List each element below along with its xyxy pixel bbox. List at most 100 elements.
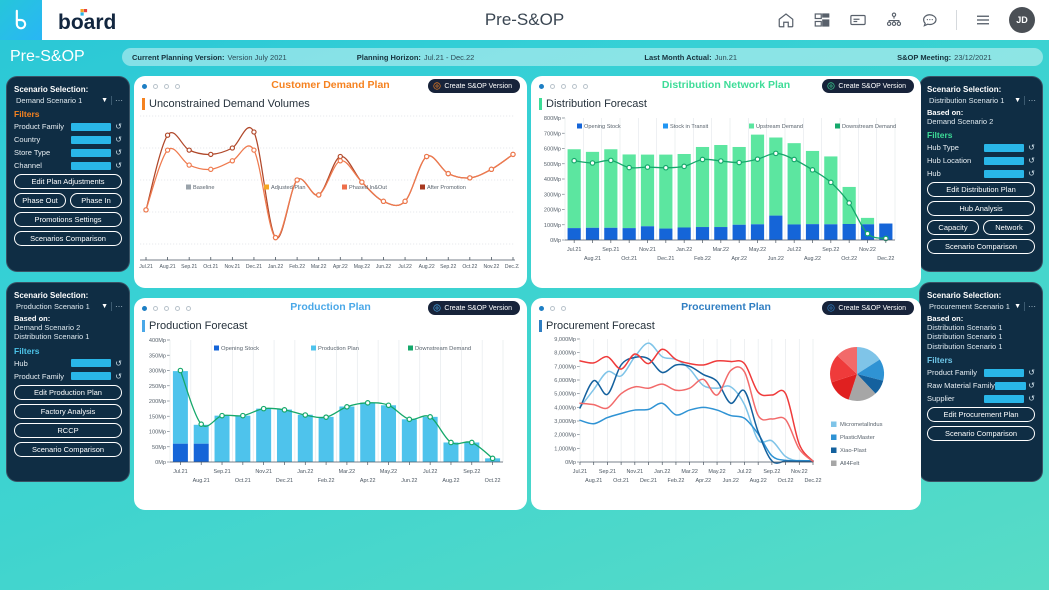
filter-row[interactable]: Raw Material Family ↺	[927, 381, 1035, 390]
filters-heading: Filters	[927, 355, 953, 366]
production-bar-chart[interactable]: 0Mp 50Mp 100Mp 150Mp 200Mp 250Mp 300Mp 350Mp 400…	[138, 334, 519, 502]
org-chart-icon[interactable]	[884, 10, 904, 30]
filter-value-bar[interactable]	[71, 161, 111, 170]
reset-icon[interactable]: ↺	[1024, 394, 1035, 403]
svg-text:150Mp: 150Mp	[149, 414, 166, 420]
scenarios-comparison-button[interactable]: Scenarios Comparison	[14, 231, 122, 246]
filter-value-bar[interactable]	[71, 372, 111, 381]
svg-text:Apr.22: Apr.22	[360, 478, 376, 484]
filter-row[interactable]: Supplier ↺	[927, 394, 1035, 403]
svg-text:May.22: May.22	[749, 247, 766, 253]
procurement-chart-wrapper: 0Mp 1,000Mp 2,000Mp 3,000Mp 4,000Mp 5,000Mp 6,…	[531, 334, 921, 502]
chevron-down-icon[interactable]: ▼	[1014, 97, 1021, 104]
filter-value-bar[interactable]	[71, 359, 111, 368]
svg-text:Oct.21: Oct.21	[235, 478, 251, 484]
svg-text:Aug.21: Aug.21	[193, 478, 210, 484]
create-sop-version-button[interactable]: Create S&OP Version	[822, 79, 914, 93]
procurement-line-chart[interactable]: 0Mp 1,000Mp 2,000Mp 3,000Mp 4,000Mp 5,000Mp 6,…	[535, 334, 913, 502]
factory-analysis-button[interactable]: Factory Analysis	[14, 403, 122, 419]
filter-row[interactable]: Hub Location ↺	[927, 156, 1035, 165]
based-on-item: Demand Scenario 2	[927, 117, 994, 126]
edit-distribution-plan-button[interactable]: Edit Distribution Plan	[927, 182, 1035, 198]
chevron-down-icon[interactable]: ▼	[101, 303, 108, 310]
filter-row[interactable]: Hub Type ↺	[927, 143, 1035, 152]
reset-icon[interactable]: ↺	[1024, 156, 1035, 165]
reset-icon[interactable]: ↺	[1024, 368, 1035, 377]
chevron-down-icon[interactable]: ▼	[101, 97, 108, 104]
reset-icon[interactable]: ↺	[1024, 143, 1035, 152]
reset-icon[interactable]: ↺	[111, 148, 122, 157]
filter-value-bar[interactable]	[984, 169, 1024, 178]
reset-icon[interactable]: ↺	[1024, 169, 1035, 178]
filter-label: Hub Location	[927, 156, 972, 166]
svg-text:Opening Stock: Opening Stock	[221, 346, 259, 352]
create-sop-version-button[interactable]: Create S&OP Version	[428, 79, 520, 93]
reset-icon[interactable]: ↺	[111, 135, 122, 144]
svg-text:After Promotion: After Promotion	[427, 185, 466, 191]
svg-text:0Mp: 0Mp	[155, 460, 166, 466]
scenario-comparison-button[interactable]: Scenario Comparison	[927, 426, 1035, 442]
svg-text:Aug.21: Aug.21	[160, 264, 176, 270]
svg-text:Mar.22: Mar.22	[311, 264, 327, 270]
promotions-settings-button[interactable]: Promotions Settings	[14, 212, 122, 227]
filter-row[interactable]: Product Family ↺	[14, 372, 122, 381]
scenario-select[interactable]: Distribution Scenario 1 ▼ ⋯	[926, 96, 1036, 105]
card-icon[interactable]	[848, 10, 868, 30]
svg-text:Dec.21: Dec.21	[640, 478, 657, 484]
filter-label: Product Family	[14, 122, 65, 131]
svg-text:All4Felt: All4Felt	[840, 461, 860, 467]
create-sop-version-button[interactable]: Create S&OP Version	[428, 301, 520, 315]
edit-plan-adjustments-button[interactable]: Edit Plan Adjustments	[14, 174, 122, 189]
dashboard-icon[interactable]	[812, 10, 832, 30]
reset-icon[interactable]: ↺	[111, 359, 122, 368]
filter-row[interactable]: Hub ↺	[14, 359, 122, 368]
more-options-icon[interactable]: ⋯	[1024, 302, 1036, 311]
scenario-select[interactable]: Demand Scenario 1 ▼ ⋯	[13, 96, 123, 105]
filter-value-bar[interactable]	[994, 381, 1027, 390]
filter-value-bar[interactable]	[984, 368, 1024, 377]
create-sop-version-button[interactable]: Create S&OP Version	[822, 301, 914, 315]
reset-icon[interactable]: ↺	[111, 122, 122, 131]
capacity-button[interactable]: Capacity	[927, 220, 979, 236]
reset-icon[interactable]: ↺	[111, 372, 122, 381]
network-button[interactable]: Network	[983, 220, 1035, 236]
home-icon[interactable]	[776, 10, 796, 30]
svg-text:500Mp: 500Mp	[544, 162, 561, 168]
scenario-comparison-button[interactable]: Scenario Comparison	[927, 239, 1035, 255]
demand-line-chart[interactable]: Baseline Adjusted Plan Phased In&Out After …	[138, 112, 519, 280]
more-options-icon[interactable]: ⋯	[111, 302, 123, 311]
svg-text:0Mp: 0Mp	[550, 238, 561, 244]
scenario-comparison-button[interactable]: Scenario Comparison	[14, 441, 122, 457]
distribution-chart-wrapper: 0Mp 100Mp 200Mp 300Mp 400Mp 500Mp 600Mp 700Mp 80…	[531, 112, 921, 280]
more-options-icon[interactable]: ⋯	[111, 96, 123, 105]
filter-value-bar[interactable]	[71, 122, 111, 131]
filter-value-bar[interactable]	[984, 394, 1024, 403]
distribution-bar-chart[interactable]: 0Mp 100Mp 200Mp 300Mp 400Mp 500Mp 600Mp 700Mp 80…	[535, 112, 913, 280]
filter-row[interactable]: Product Family ↺	[927, 368, 1035, 377]
filter-row[interactable]: Hub ↺	[927, 169, 1035, 178]
chevron-down-icon[interactable]: ▼	[1014, 303, 1021, 310]
app-logo-tile[interactable]	[0, 0, 42, 40]
filter-row[interactable]: Store Type ↺	[14, 148, 122, 157]
filter-value-bar[interactable]	[71, 135, 111, 144]
reset-icon[interactable]: ↺	[1026, 381, 1035, 390]
filter-value-bar[interactable]	[71, 148, 111, 157]
more-options-icon[interactable]: ⋯	[1024, 96, 1036, 105]
scenario-select[interactable]: Production Scenario 1 ▼ ⋯	[13, 302, 123, 311]
filter-value-bar[interactable]	[984, 156, 1024, 165]
avatar[interactable]: JD	[1009, 7, 1035, 33]
edit-procurement-plan-button[interactable]: Edit Procurement Plan	[927, 407, 1035, 423]
filter-row[interactable]: Channel ↺	[14, 161, 122, 170]
reset-icon[interactable]: ↺	[111, 161, 122, 170]
scenario-select[interactable]: Procurement Scenario 1 ▼ ⋯	[926, 302, 1036, 311]
hub-analysis-button[interactable]: Hub Analysis	[927, 201, 1035, 217]
filter-value-bar[interactable]	[984, 143, 1024, 152]
filter-row[interactable]: Country ↺	[14, 135, 122, 144]
filter-row[interactable]: Product Family ↺	[14, 122, 122, 131]
phase-in-button[interactable]: Phase In	[70, 193, 122, 208]
chat-icon[interactable]	[920, 10, 940, 30]
phase-out-button[interactable]: Phase Out	[14, 193, 66, 208]
edit-production-plan-button[interactable]: Edit Production Plan	[14, 384, 122, 400]
hamburger-icon[interactable]	[973, 10, 993, 30]
rccp-button[interactable]: RCCP	[14, 422, 122, 438]
